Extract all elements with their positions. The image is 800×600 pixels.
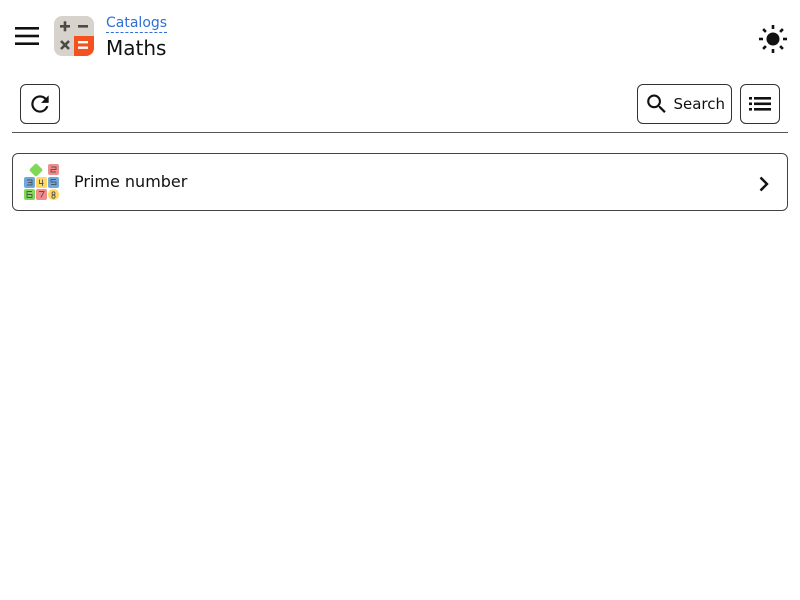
list-view-button[interactable]	[740, 84, 780, 124]
catalog-list: Prime number	[12, 153, 788, 211]
search-button-label: Search	[673, 95, 725, 113]
number-blocks-icon	[24, 163, 59, 200]
refresh-icon	[31, 95, 49, 113]
list-item-label: Prime number	[74, 172, 188, 191]
sun-icon	[759, 25, 787, 53]
refresh-button[interactable]	[20, 84, 60, 124]
theme-toggle-button[interactable]	[757, 23, 789, 55]
page-title: Maths	[106, 36, 167, 60]
chevron-right-icon	[759, 176, 769, 192]
toolbar: Search	[0, 84, 800, 124]
toolbar-divider	[12, 132, 788, 133]
list-item-prime-number[interactable]: Prime number	[12, 153, 788, 211]
search-button[interactable]: Search	[637, 84, 732, 124]
calculator-icon	[54, 16, 94, 56]
menu-button[interactable]	[12, 21, 42, 51]
hamburger-menu-icon	[15, 27, 39, 45]
breadcrumb-catalogs-link[interactable]: Catalogs	[106, 15, 168, 33]
list-view-icon	[749, 97, 771, 111]
app-header: Catalogs Maths	[0, 0, 800, 76]
magnifier-icon	[647, 94, 666, 114]
title-block: Catalogs Maths	[106, 12, 168, 61]
